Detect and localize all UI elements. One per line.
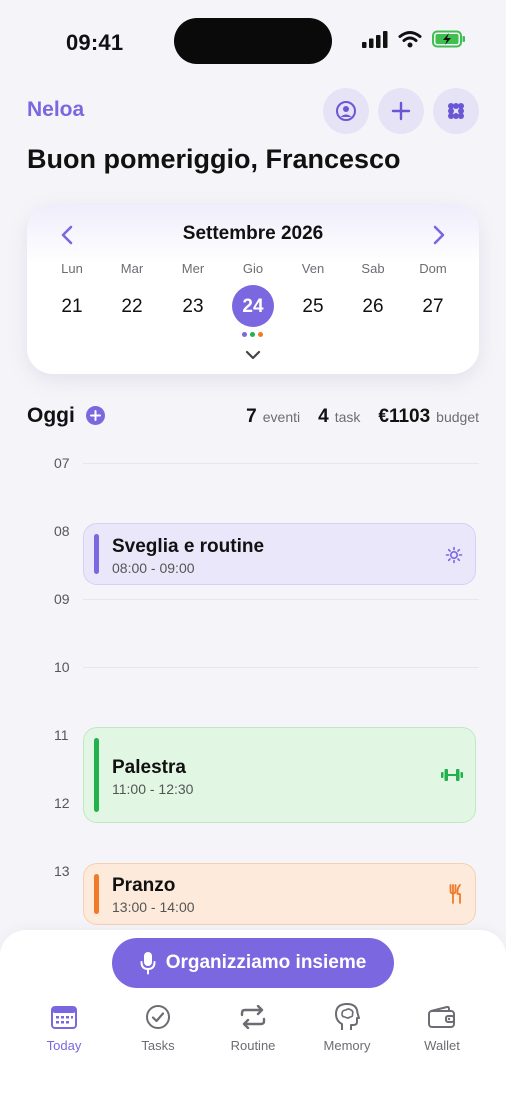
status-bar: 09:41: [0, 0, 506, 80]
calendar-day[interactable]: 27: [403, 296, 463, 318]
check-circle-icon: [146, 1005, 170, 1029]
add-button[interactable]: [378, 88, 424, 134]
signal-icon: [362, 31, 388, 48]
tasks-count: 4: [318, 406, 329, 427]
hour-label: 07: [54, 455, 70, 471]
plus-icon: [90, 410, 101, 421]
event-color-bar: [94, 534, 99, 574]
weekday-label: Ven: [301, 261, 325, 276]
tasks-label: task: [334, 409, 361, 425]
event-dot: [258, 332, 263, 337]
event-time: 08:00 - 09:00: [112, 560, 195, 576]
hour-label: 11: [54, 727, 69, 743]
event-color-bar: [94, 874, 99, 914]
today-stats: 7 eventi 4 task €1103 budget: [246, 406, 479, 428]
expand-calendar-button[interactable]: [244, 348, 262, 366]
calendar-day-selected[interactable]: 24: [223, 296, 283, 318]
tab-label: Memory: [323, 1038, 371, 1053]
weekday-label: Mar: [120, 261, 144, 276]
wallet-icon: [428, 1005, 455, 1028]
weekday-label: Gio: [242, 261, 264, 276]
profile-icon: [336, 101, 356, 121]
calendar-icon: [51, 1006, 77, 1029]
calendar-month: Settembre 2026: [182, 223, 324, 244]
app-brand: Neloa: [27, 98, 85, 121]
hour-label: 10: [54, 659, 70, 675]
tab-label: Tasks: [141, 1038, 175, 1053]
tab-routine[interactable]: Routine: [208, 1000, 298, 1053]
status-time: 09:41: [66, 30, 124, 55]
cta-label: Organizziamo insieme: [165, 952, 367, 973]
calendar-day[interactable]: 21: [42, 296, 102, 318]
wifi-icon: [398, 31, 422, 48]
hour-line: [83, 463, 479, 464]
tab-wallet[interactable]: Wallet: [397, 1000, 487, 1053]
event-dots: [242, 332, 263, 337]
dumbbell-icon: [441, 768, 463, 787]
tab-label: Today: [46, 1038, 82, 1053]
hour-label: 08: [54, 523, 70, 539]
calendar-day[interactable]: 26: [343, 296, 403, 318]
event-dot: [242, 332, 247, 337]
today-heading: Oggi: [27, 404, 75, 427]
event-time: 13:00 - 14:00: [112, 899, 195, 915]
hour-line: [83, 667, 479, 668]
dynamic-island: [174, 18, 332, 64]
chevron-down-icon: [245, 350, 261, 360]
weekday-label: Dom: [419, 261, 447, 276]
tab-tasks[interactable]: Tasks: [113, 1000, 203, 1053]
calendar-day[interactable]: 25: [283, 296, 343, 318]
events-label: eventi: [262, 409, 301, 425]
hour-label: 13: [54, 863, 70, 879]
tab-label: Routine: [230, 1038, 276, 1053]
week-calendar-card: Settembre 2026 Lun Mar Mer Gio Ven Sab D…: [27, 204, 479, 374]
next-week-button[interactable]: [426, 222, 452, 248]
plus-icon: [391, 101, 411, 121]
fork-knife-icon: [449, 884, 463, 909]
hour-line: [83, 599, 479, 600]
event-title: Sveglia e routine: [112, 536, 265, 557]
event-time: 11:00 - 12:30: [112, 781, 194, 797]
event-card[interactable]: Sveglia e routine 08:00 - 09:00: [83, 523, 476, 585]
add-today-button[interactable]: [86, 406, 105, 425]
events-count: 7: [246, 406, 257, 427]
status-icons: [362, 30, 466, 48]
hour-label: 09: [54, 591, 70, 607]
repeat-icon: [240, 1005, 266, 1029]
weekday-label: Mer: [181, 261, 205, 276]
event-color-bar: [94, 738, 99, 812]
calendar-day[interactable]: 22: [102, 296, 162, 318]
battery-charging-icon: [432, 30, 465, 48]
tab-memory[interactable]: Memory: [302, 1000, 392, 1053]
weekday-label: Lun: [61, 261, 83, 276]
hour-label: 12: [54, 795, 70, 811]
event-card[interactable]: Pranzo 13:00 - 14:00: [83, 863, 476, 925]
event-title: Pranzo: [112, 875, 176, 896]
organize-together-button[interactable]: Organizziamo insieme: [112, 938, 394, 988]
chevron-right-icon: [433, 225, 445, 245]
budget-value: €1103: [378, 406, 431, 427]
weekday-label: Sab: [361, 261, 385, 276]
profile-button[interactable]: [323, 88, 369, 134]
tab-label: Wallet: [424, 1038, 460, 1053]
brain-head-icon: [335, 1003, 360, 1030]
event-card[interactable]: Palestra 11:00 - 12:30: [83, 727, 476, 823]
sun-icon: [445, 546, 463, 569]
greeting-title: Buon pomeriggio, Francesco: [27, 144, 401, 174]
event-dot: [250, 332, 255, 337]
budget-label: budget: [436, 409, 479, 425]
tab-today[interactable]: Today: [19, 1000, 109, 1053]
event-title: Palestra: [112, 757, 186, 778]
dots-grid-icon: [448, 103, 464, 119]
calendar-day[interactable]: 23: [163, 296, 223, 318]
apps-button[interactable]: [433, 88, 479, 134]
microphone-icon: [140, 952, 156, 975]
